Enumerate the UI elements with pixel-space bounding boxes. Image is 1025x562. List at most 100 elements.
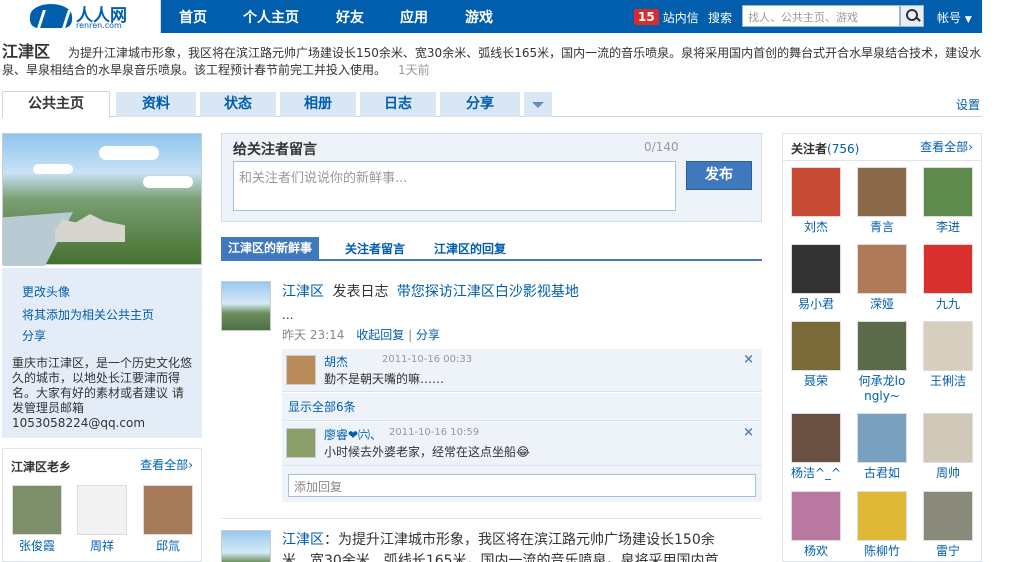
follower-item[interactable]: 杨洁^_^ — [786, 413, 846, 481]
tab-feed-news[interactable]: 江津区的新鲜事 — [221, 237, 320, 259]
fellow-name[interactable]: 张俊霞 — [19, 539, 55, 553]
tab-profile[interactable]: 资料 — [116, 92, 196, 117]
follower-name[interactable]: 王俐洁 — [930, 374, 966, 388]
tab-more-dropdown-icon[interactable] — [524, 92, 552, 117]
follower-name[interactable]: 雷宁 — [936, 544, 960, 558]
settings-link[interactable]: 设置 — [956, 96, 980, 113]
follower-item[interactable]: 李进 — [918, 167, 978, 235]
account-menu[interactable]: 帐号 ▼ — [937, 9, 972, 26]
avatar[interactable] — [286, 355, 316, 385]
search-icon[interactable] — [900, 5, 924, 27]
comment-body: 小时候去外婆老家，经常在这点坐船😂 — [324, 443, 530, 460]
follower-item[interactable]: 青言 — [852, 167, 912, 235]
feed-thumbnail[interactable] — [221, 530, 271, 562]
tab-albums[interactable]: 相册 — [280, 92, 356, 117]
follower-item[interactable]: 王俐洁 — [918, 321, 978, 389]
avatar[interactable] — [286, 428, 316, 458]
follower-name[interactable]: 陈柳竹 — [864, 544, 900, 558]
avatar — [923, 413, 973, 463]
follower-name[interactable]: 杨洁^_^ — [791, 466, 841, 480]
comment-date: 2011-10-16 00:33 — [382, 354, 473, 365]
top-nav-bar: 人人网 renren.com 首页 个人主页 好友 应用 游戏 15 站内信 搜… — [0, 0, 982, 33]
follower-name[interactable]: 杨欢 — [804, 544, 828, 558]
follower-name[interactable]: 聂荣 — [804, 374, 828, 388]
follower-name[interactable]: 九九 — [936, 297, 960, 311]
feed-author[interactable]: 江津区 — [282, 532, 324, 548]
feed-text-line2: 米、宽30余米、弧线长165米，国内一流的音乐喷泉。泉将采用国内首 — [282, 553, 719, 562]
feed-author[interactable]: 江津区 — [282, 284, 324, 300]
message-box: 给关注者留言 0/140 和关注者们说说你的新鲜事... 发布 — [221, 133, 762, 222]
divider — [221, 518, 762, 519]
fellow-name[interactable]: 周祥 — [90, 539, 114, 553]
change-avatar-link[interactable]: 更改头像 — [22, 283, 70, 300]
search-input[interactable]: 找人、公共主页、游戏 — [742, 5, 900, 27]
followers-count: (756) — [827, 142, 860, 156]
follower-name[interactable]: 易小君 — [798, 297, 834, 311]
follower-item[interactable]: 周帅 — [918, 413, 978, 481]
add-related-page-link[interactable]: 将其添加为相关公共主页 — [22, 306, 154, 323]
profile-cover-photo[interactable] — [2, 133, 202, 266]
close-icon[interactable]: × — [743, 352, 754, 367]
follower-item[interactable]: 刘杰 — [786, 167, 846, 235]
avatar — [791, 321, 841, 371]
tab-follower-messages[interactable]: 关注者留言 — [345, 240, 405, 257]
fellow-name[interactable]: 邱氚 — [156, 539, 180, 553]
nav-profile[interactable]: 个人主页 — [243, 7, 299, 27]
feed-blog-link[interactable]: 带您探访江津区白沙影视基地 — [397, 284, 579, 300]
follower-item[interactable]: 陈柳竹 — [852, 491, 912, 559]
feed-share-link[interactable]: 分享 — [416, 328, 440, 342]
inbox-link[interactable]: 15 站内信 — [634, 8, 699, 26]
comment-author[interactable]: 胡杰 — [324, 353, 348, 370]
fellow-item[interactable]: 邱氚 — [142, 485, 194, 554]
logo-sub: renren.com — [76, 21, 122, 30]
follower-item[interactable]: 古君如 — [852, 413, 912, 481]
feed-item-header: 江津区 发表日志 带您探访江津区白沙影视基地 — [282, 281, 579, 301]
tab-status[interactable]: 状态 — [200, 92, 276, 117]
feed-action: 发表日志 — [332, 284, 389, 300]
follower-name[interactable]: 李进 — [936, 220, 960, 234]
follower-item[interactable]: 何承龙lo ngly~ — [852, 321, 912, 404]
fellows-view-all-link[interactable]: 查看全部› — [140, 456, 193, 473]
message-input[interactable]: 和关注者们说说你的新鲜事... — [233, 161, 676, 211]
follower-item[interactable]: 雷宁 — [918, 491, 978, 559]
tab-share[interactable]: 分享 — [440, 92, 520, 117]
follower-name[interactable]: 溁娅 — [870, 297, 894, 311]
tab-public-home[interactable]: 公共主页 — [2, 91, 110, 118]
nav-games[interactable]: 游戏 — [465, 7, 493, 27]
chevron-down-icon: ▼ — [964, 15, 972, 25]
renren-logo[interactable]: 人人网 renren.com — [0, 0, 161, 33]
follower-item[interactable]: 聂荣 — [786, 321, 846, 389]
tab-blog[interactable]: 日志 — [360, 92, 436, 117]
show-all-comments-link[interactable]: 显示全部6条 — [282, 393, 762, 421]
nav-home[interactable]: 首页 — [179, 7, 207, 27]
follower-item[interactable]: 杨欢 — [786, 491, 846, 559]
follower-name[interactable]: 周帅 — [936, 466, 960, 480]
followers-view-all-link[interactable]: 查看全部› — [920, 138, 973, 155]
follower-name[interactable]: 刘杰 — [804, 220, 828, 234]
follower-name[interactable]: 古君如 — [864, 466, 900, 480]
tab-replies[interactable]: 江津区的回复 — [434, 240, 506, 257]
follower-name[interactable]: 何承龙lo ngly~ — [859, 374, 906, 403]
feed-time: 昨天 23:14 — [282, 328, 345, 342]
search-link[interactable]: 搜索 — [708, 9, 732, 26]
collapse-replies-link[interactable]: 收起回复 — [356, 328, 404, 342]
close-icon[interactable]: × — [743, 425, 754, 440]
nav-friends[interactable]: 好友 — [336, 7, 364, 27]
char-counter: 0/140 — [644, 140, 679, 154]
share-page-link[interactable]: 分享 — [22, 327, 46, 344]
feed-thumbnail[interactable] — [221, 281, 271, 331]
follower-name[interactable]: 青言 — [870, 220, 894, 234]
nav-apps[interactable]: 应用 — [400, 7, 428, 27]
comment-author[interactable]: 廖睿❤㈥、 — [324, 426, 382, 443]
publish-button[interactable]: 发布 — [686, 161, 752, 190]
follower-item[interactable]: 溁娅 — [852, 244, 912, 312]
follower-item[interactable]: 易小君 — [786, 244, 846, 312]
avatar — [791, 491, 841, 541]
comment-item: 廖睿❤㈥、 2011-10-16 10:59 小时候去外婆老家，经常在这点坐船😂… — [282, 422, 762, 466]
reply-area: 添加回复 — [282, 466, 762, 502]
chevron-right-icon: › — [188, 458, 193, 472]
reply-input[interactable]: 添加回复 — [288, 474, 756, 497]
fellow-item[interactable]: 张俊霞 — [11, 485, 63, 554]
fellow-item[interactable]: 周祥 — [76, 485, 128, 554]
follower-item[interactable]: 九九 — [918, 244, 978, 312]
